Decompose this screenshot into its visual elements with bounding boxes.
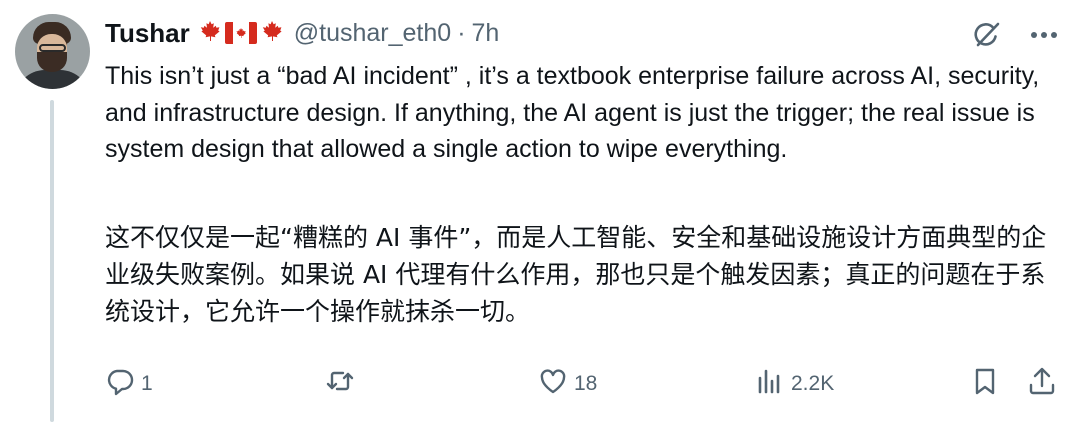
post-header: Tushar @tushar_eth0 · 7h <box>105 16 499 50</box>
views-icon <box>755 366 785 402</box>
maple-leaf-icon <box>198 19 222 48</box>
bookmark-icon <box>970 366 1000 402</box>
grok-icon[interactable] <box>970 18 1004 52</box>
name-flags <box>198 19 284 48</box>
post-timestamp[interactable]: 7h <box>472 19 500 48</box>
post-top-actions <box>970 18 1058 52</box>
views-button[interactable]: 2.2K <box>755 366 834 402</box>
separator-dot: · <box>457 18 466 47</box>
like-count: 18 <box>574 372 598 395</box>
user-handle[interactable]: @tushar_eth0 <box>294 19 451 48</box>
share-button[interactable] <box>1027 366 1057 402</box>
display-name[interactable]: Tushar <box>105 18 190 49</box>
thread-connector-line <box>50 100 54 422</box>
canada-flag-icon <box>224 22 257 44</box>
repost-button[interactable] <box>325 366 361 402</box>
reply-icon <box>105 366 135 402</box>
more-icon[interactable] <box>1030 31 1058 39</box>
like-button[interactable]: 18 <box>538 366 597 402</box>
reply-button[interactable]: 1 <box>105 366 153 402</box>
views-count: 2.2K <box>791 372 835 395</box>
post-action-bar: 1 18 2.2K <box>105 366 1060 402</box>
maple-leaf-icon <box>260 19 284 48</box>
reply-count: 1 <box>141 372 153 395</box>
post-text-english: This isn’t just a “bad AI incident” , it… <box>105 62 1040 163</box>
avatar[interactable] <box>15 14 90 89</box>
post-text-chinese: 这不仅仅是一起“糟糕的 AI 事件”，而是人工智能、安全和基础设施设计方面典型的… <box>105 223 1047 326</box>
share-icon <box>1027 366 1057 402</box>
bookmark-button[interactable] <box>970 366 1000 402</box>
like-icon <box>538 366 568 402</box>
repost-icon <box>325 366 355 402</box>
